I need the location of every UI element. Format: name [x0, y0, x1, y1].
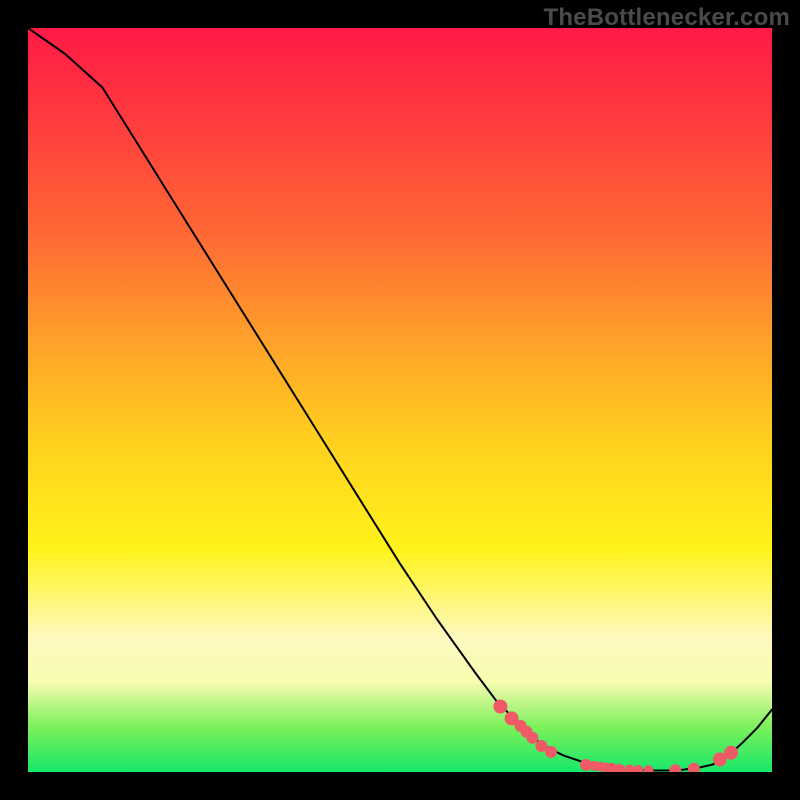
curve-marker	[644, 765, 654, 772]
curve-marker	[724, 746, 738, 760]
curve-marker	[526, 732, 538, 744]
curve-marker	[545, 746, 557, 758]
curve-marker	[633, 765, 643, 772]
curve-markers	[493, 700, 738, 773]
curve-marker	[688, 763, 700, 772]
curve-layer	[28, 28, 772, 772]
chart-frame: TheBottlenecker.com	[0, 0, 800, 800]
curve-marker	[624, 764, 634, 772]
bottleneck-curve	[28, 28, 772, 771]
plot-area	[28, 28, 772, 772]
curve-marker	[493, 700, 507, 714]
watermark-text: TheBottlenecker.com	[543, 4, 790, 32]
curve-marker	[669, 764, 681, 772]
